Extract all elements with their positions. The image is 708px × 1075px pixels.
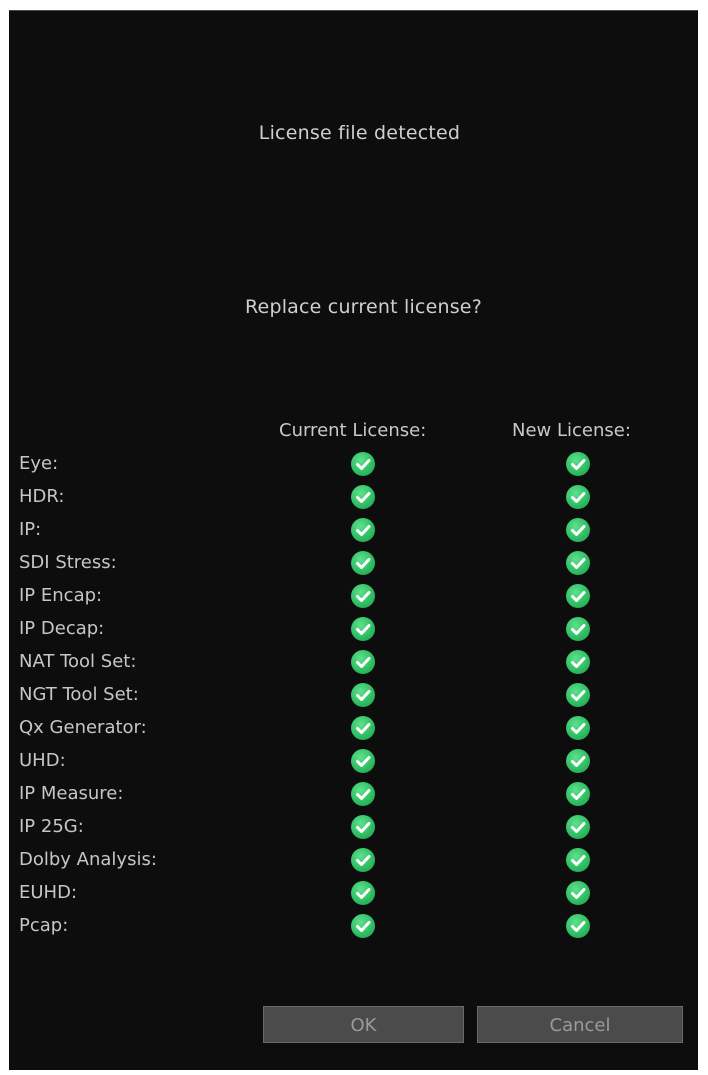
feature-row: IP Encap: (9, 579, 698, 612)
feature-row: Qx Generator: (9, 711, 698, 744)
check-circle-icon (566, 914, 590, 938)
feature-label: IP 25G: (19, 816, 84, 837)
check-circle-icon (351, 914, 375, 938)
check-circle-icon (566, 551, 590, 575)
feature-row: HDR: (9, 480, 698, 513)
check-circle-icon (351, 452, 375, 476)
check-circle-icon (566, 782, 590, 806)
check-circle-icon (566, 452, 590, 476)
check-circle-icon (566, 716, 590, 740)
check-circle-icon (566, 815, 590, 839)
feature-label: Qx Generator: (19, 717, 147, 738)
feature-label: IP Measure: (19, 783, 124, 804)
feature-label: IP Decap: (19, 618, 105, 639)
feature-row: NGT Tool Set: (9, 678, 698, 711)
check-circle-icon (351, 683, 375, 707)
check-circle-icon (351, 650, 375, 674)
dialog-title: License file detected (258, 122, 461, 144)
check-circle-icon (351, 617, 375, 641)
feature-label: IP Encap: (19, 585, 103, 606)
feature-label: Eye: (19, 453, 59, 474)
feature-row: Pcap: (9, 909, 698, 942)
check-circle-icon (566, 518, 590, 542)
check-circle-icon (351, 749, 375, 773)
feature-label: HDR: (19, 486, 65, 507)
feature-row: IP 25G: (9, 810, 698, 843)
check-circle-icon (566, 749, 590, 773)
check-circle-icon (351, 848, 375, 872)
check-circle-icon (566, 617, 590, 641)
check-circle-icon (351, 518, 375, 542)
check-circle-icon (351, 551, 375, 575)
feature-label: EUHD: (19, 882, 78, 903)
feature-row: IP: (9, 513, 698, 546)
ok-button[interactable]: OK (263, 1006, 464, 1043)
feature-row: Dolby Analysis: (9, 843, 698, 876)
feature-label: Pcap: (19, 915, 69, 936)
feature-row: UHD: (9, 744, 698, 777)
check-circle-icon (351, 485, 375, 509)
feature-row: IP Decap: (9, 612, 698, 645)
feature-list: Eye: HDR: IP: SDI Stress: IP Encap: IP Decap:… (9, 447, 698, 942)
feature-label: NAT Tool Set: (19, 651, 137, 672)
check-circle-icon (566, 584, 590, 608)
feature-row: EUHD: (9, 876, 698, 909)
feature-label: IP: (19, 519, 42, 540)
feature-row: NAT Tool Set: (9, 645, 698, 678)
feature-row: IP Measure: (9, 777, 698, 810)
check-circle-icon (351, 815, 375, 839)
check-circle-icon (566, 683, 590, 707)
feature-label: NGT Tool Set: (19, 684, 139, 705)
check-circle-icon (351, 716, 375, 740)
feature-label: SDI Stress: (19, 552, 117, 573)
feature-label: Dolby Analysis: (19, 849, 157, 870)
check-circle-icon (566, 848, 590, 872)
replace-question: Replace current license? (245, 296, 482, 318)
check-circle-icon (566, 485, 590, 509)
check-circle-icon (351, 782, 375, 806)
feature-row: SDI Stress: (9, 546, 698, 579)
feature-row: Eye: (9, 447, 698, 480)
check-circle-icon (566, 650, 590, 674)
license-dialog: License file detected Replace current li… (9, 10, 698, 1070)
cancel-button[interactable]: Cancel (477, 1006, 683, 1043)
check-circle-icon (351, 881, 375, 905)
current-license-header: Current License: (279, 420, 427, 441)
feature-label: UHD: (19, 750, 66, 771)
check-circle-icon (351, 584, 375, 608)
check-circle-icon (566, 881, 590, 905)
new-license-header: New License: (512, 420, 631, 441)
